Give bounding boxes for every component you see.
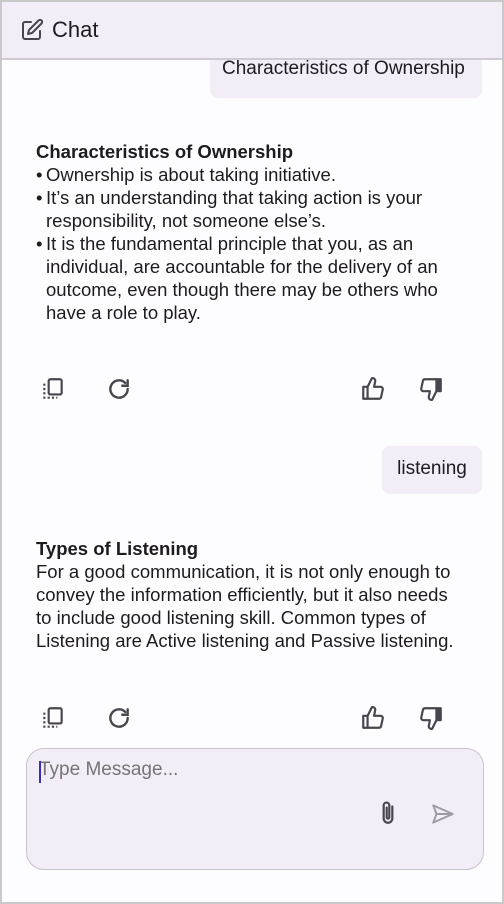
- refresh-icon[interactable]: [106, 705, 132, 731]
- bullet-dot: •: [36, 233, 43, 254]
- bot-message-text: For a good communication, it is not only…: [36, 561, 454, 651]
- copy-icon[interactable]: [40, 705, 66, 731]
- user-message-bubble: listening: [382, 446, 482, 494]
- page-title: Chat: [52, 17, 99, 42]
- list-item: • It’s an understanding that taking acti…: [36, 186, 466, 232]
- list-item-text: It is the fundamental principle that you…: [46, 233, 438, 323]
- user-message-bubble: Characteristics of Ownership: [210, 60, 482, 98]
- message-actions: [40, 376, 448, 404]
- thumbs-down-icon[interactable]: [418, 376, 444, 402]
- top-app-bar: Chat: [2, 2, 502, 60]
- user-message-text: listening: [397, 458, 467, 479]
- bullet-dot: •: [36, 164, 43, 185]
- message-composer: [26, 748, 484, 870]
- bullet-dot: •: [36, 187, 43, 208]
- bot-message-title: Types of Listening: [36, 538, 199, 559]
- thumbs-down-icon[interactable]: [418, 705, 444, 731]
- app-frame: Chat Characteristics of Ownership Charac…: [0, 0, 504, 904]
- copy-icon[interactable]: [40, 376, 66, 402]
- text-caret: [39, 761, 41, 783]
- list-item-text: Ownership is about taking initiative.: [46, 164, 336, 185]
- chat-thread[interactable]: Characteristics of Ownership Characteris…: [2, 60, 502, 744]
- message-actions: [40, 705, 448, 733]
- thumbs-up-icon[interactable]: [360, 705, 386, 731]
- bot-message: Types of Listening For a good communicat…: [36, 537, 466, 652]
- user-message-text: Characteristics of Ownership: [222, 60, 465, 79]
- thumbs-up-icon[interactable]: [360, 376, 386, 402]
- refresh-icon[interactable]: [106, 376, 132, 402]
- message-input[interactable]: [39, 759, 459, 781]
- list-item-text: It’s an understanding that taking action…: [46, 187, 423, 231]
- edit-icon[interactable]: [20, 18, 44, 42]
- bot-message-title: Characteristics of Ownership: [36, 141, 294, 162]
- list-item: • Ownership is about taking initiative.: [36, 163, 466, 186]
- send-icon[interactable]: [429, 801, 457, 827]
- list-item: • It is the fundamental principle that y…: [36, 232, 466, 324]
- bot-message: Characteristics of Ownership • Ownership…: [36, 140, 466, 324]
- paperclip-icon[interactable]: [375, 799, 401, 827]
